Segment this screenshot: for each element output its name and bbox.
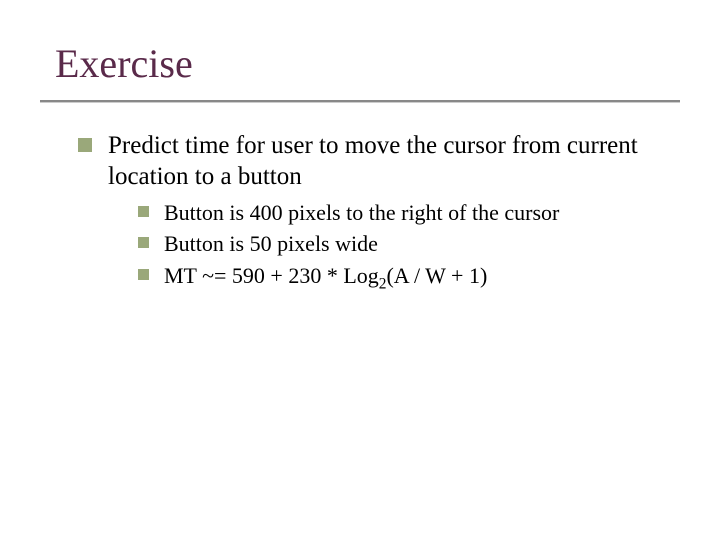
body-content: Predict time for user to move the cursor… xyxy=(78,130,668,303)
square-bullet-icon xyxy=(138,206,149,217)
list-item-text: Button is 400 pixels to the right of the… xyxy=(164,200,559,225)
list-item: Predict time for user to move the cursor… xyxy=(78,130,668,293)
list-item: Button is 400 pixels to the right of the… xyxy=(138,199,668,227)
slide-title: Exercise xyxy=(55,40,193,87)
square-bullet-icon xyxy=(138,237,149,248)
sub-list: Button is 400 pixels to the right of the… xyxy=(138,199,668,294)
list-item-text: Button is 50 pixels wide xyxy=(164,231,378,256)
square-bullet-icon xyxy=(78,138,92,152)
list-item: MT ~= 590 + 230 * Log2(A / W + 1) xyxy=(138,262,668,294)
formula-post: (A / W + 1) xyxy=(386,263,487,288)
list-item: Button is 50 pixels wide xyxy=(138,230,668,258)
slide: Exercise Predict time for user to move t… xyxy=(0,0,720,540)
formula-pre: MT ~= 590 + 230 * Log xyxy=(164,263,379,288)
title-underline xyxy=(40,100,680,102)
formula-text: MT ~= 590 + 230 * Log2(A / W + 1) xyxy=(164,263,487,288)
square-bullet-icon xyxy=(138,269,149,280)
list-item-text: Predict time for user to move the cursor… xyxy=(108,132,638,190)
